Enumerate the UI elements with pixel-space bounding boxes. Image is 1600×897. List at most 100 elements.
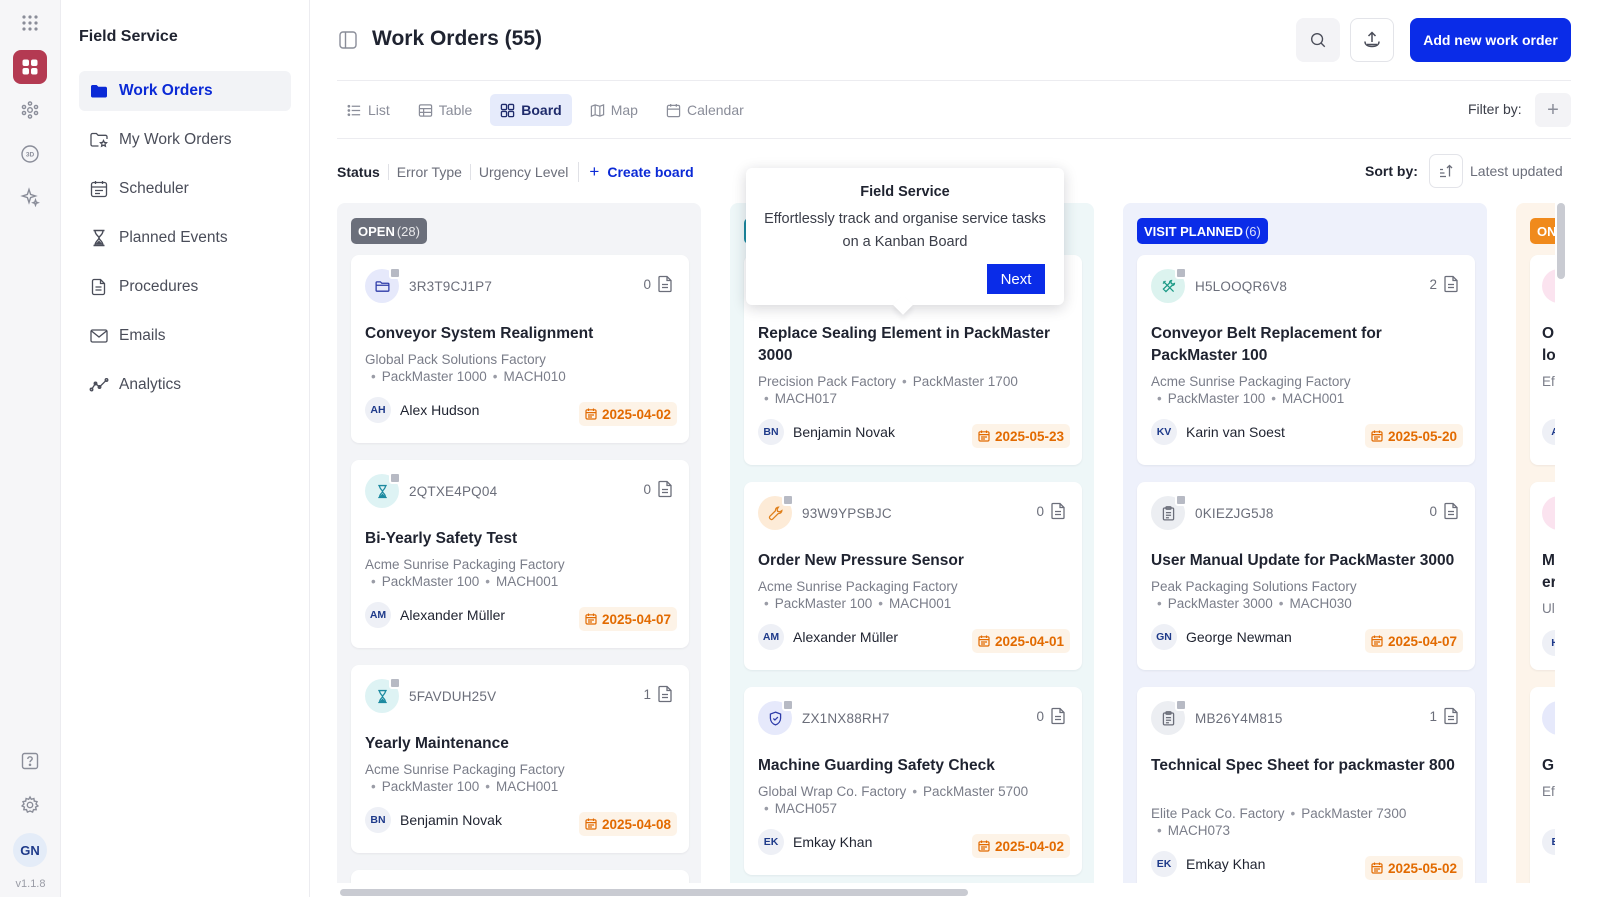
attachment-count[interactable]: 0 xyxy=(643,480,673,498)
work-order-card[interactable]: 2QTXE4PQ04 0 Bi-Yearly Safety Test Acme … xyxy=(351,460,689,648)
assignee-name: Emkay Khan xyxy=(1186,856,1266,872)
tooltip-next-button[interactable]: Next xyxy=(987,264,1045,294)
sidebar-item-analytics[interactable]: Analytics xyxy=(79,365,291,405)
attachment-count[interactable]: 0 xyxy=(1036,502,1066,520)
tab-label: List xyxy=(368,102,390,118)
work-order-card[interactable] xyxy=(351,870,689,883)
due-date-badge: 2025-04-07 xyxy=(578,607,677,631)
analytics-icon xyxy=(89,378,109,392)
attachment-count[interactable]: 1 xyxy=(1429,707,1459,725)
column-open: OPEN (28) 3R3T9CJ1P7 0 Conveyor System Re… xyxy=(337,203,701,883)
settings-gear-icon[interactable] xyxy=(13,788,47,822)
attachment-count[interactable]: 0 xyxy=(643,275,673,293)
calendar-icon xyxy=(978,840,990,852)
work-order-card[interactable]: Olo Ef A xyxy=(1530,255,1555,465)
due-date-badge: 2025-04-01 xyxy=(971,629,1070,653)
scrollbar-thumb[interactable] xyxy=(1557,203,1565,279)
group-urgency-level[interactable]: Urgency Level xyxy=(469,164,577,180)
field-service-app-icon[interactable] xyxy=(13,50,47,84)
assignee-name: Emkay Khan xyxy=(793,834,873,850)
work-order-location: Acme Sunrise Packaging Factory • PackMaste… xyxy=(365,557,565,589)
scrollbar-thumb[interactable] xyxy=(340,889,968,896)
sort-direction-button[interactable] xyxy=(1429,154,1463,188)
sparkle-ai-icon[interactable] xyxy=(13,180,47,214)
assignee: E xyxy=(1542,829,1555,855)
status-icon xyxy=(1542,701,1555,735)
create-board-button[interactable]: + Create board xyxy=(578,162,694,182)
machine-id: MACH057 xyxy=(774,801,838,816)
folder-icon xyxy=(91,85,107,98)
work-order-card[interactable]: 5FAVDUH25V 1 Yearly Maintenance Acme Sun… xyxy=(351,665,689,853)
attachment-count[interactable]: 2 xyxy=(1429,275,1459,293)
attachment-number: 2 xyxy=(1429,276,1437,292)
attachment-count[interactable]: 1 xyxy=(643,685,673,703)
attachment-count[interactable]: 0 xyxy=(1429,502,1459,520)
panel-toggle-icon[interactable] xyxy=(338,30,358,50)
due-date-badge: 2025-04-08 xyxy=(578,812,677,836)
board-horizontal-scrollbar[interactable] xyxy=(337,888,1571,897)
factory-name: Global Wrap Co. Factory xyxy=(758,784,907,799)
work-order-title: Technical Spec Sheet for packmaster 800 xyxy=(1151,757,1455,774)
app-launcher-icon[interactable] xyxy=(13,6,47,40)
work-order-card[interactable]: 93W9YPSBJC 0 Order New Pressure Sensor A… xyxy=(744,482,1082,670)
work-order-location: Global Wrap Co. Factory • PackMaster 5700 •… xyxy=(758,784,1029,816)
due-date-badge: 2025-04-07 xyxy=(1364,629,1463,653)
add-filter-button[interactable]: + xyxy=(1535,93,1571,127)
status-badge: ON xyxy=(1530,218,1555,244)
calendar-icon xyxy=(585,613,597,625)
create-board-label: Create board xyxy=(607,164,694,180)
work-order-id: 5FAVDUH25V xyxy=(409,689,497,704)
sidebar-item-label: Emails xyxy=(119,327,166,344)
assignee-name: Alexander Müller xyxy=(400,607,506,623)
due-date: 2025-05-20 xyxy=(1387,428,1457,444)
attachment-count[interactable]: 0 xyxy=(1036,707,1066,725)
assignee-name: George Newman xyxy=(1186,629,1292,645)
search-button[interactable] xyxy=(1296,18,1340,62)
board-vertical-scrollbar[interactable] xyxy=(1557,203,1565,883)
table-icon xyxy=(418,103,432,117)
sidebar-item-my-work-orders[interactable]: My Work Orders xyxy=(79,120,291,160)
work-order-card[interactable]: G Ef E xyxy=(1530,687,1555,883)
sidebar-item-work-orders[interactable]: Work Orders xyxy=(79,71,291,111)
work-order-id: MB26Y4M815 xyxy=(1195,711,1283,726)
network-icon[interactable] xyxy=(13,93,47,127)
document-icon xyxy=(658,685,672,703)
work-order-title: Mer xyxy=(1542,550,1555,594)
machine-id: MACH010 xyxy=(503,369,566,384)
group-error-type[interactable]: Error Type xyxy=(387,164,470,180)
due-date: 2025-05-02 xyxy=(1387,860,1457,876)
sidebar-item-emails[interactable]: Emails xyxy=(79,316,291,356)
tab-list[interactable]: List xyxy=(337,94,400,126)
work-order-card[interactable]: Mer Ul H xyxy=(1530,482,1555,670)
help-icon[interactable] xyxy=(13,744,47,778)
assignee: EK Emkay Khan xyxy=(1151,851,1265,877)
due-date-badge: 2025-05-23 xyxy=(971,424,1070,448)
tab-table[interactable]: Table xyxy=(408,94,482,126)
tab-board[interactable]: Board xyxy=(490,94,572,126)
work-order-id: 3R3T9CJ1P7 xyxy=(409,279,493,294)
user-avatar[interactable]: GN xyxy=(13,833,47,867)
tooltip-title: Field Service xyxy=(860,184,950,200)
work-order-card[interactable]: 3R3T9CJ1P7 0 Conveyor System Realignment… xyxy=(351,255,689,443)
group-status[interactable]: Status xyxy=(337,164,388,180)
tab-label: Calendar xyxy=(686,102,744,118)
export-button[interactable] xyxy=(1350,18,1394,62)
sidebar-item-planned-events[interactable]: Planned Events xyxy=(79,218,291,258)
tab-calendar[interactable]: Calendar xyxy=(656,94,754,126)
add-new-work-order-button[interactable]: Add new work order xyxy=(1410,18,1571,62)
work-order-card[interactable]: 0KIEZJG5J8 0 User Manual Update for Pack… xyxy=(1137,482,1475,670)
work-order-card[interactable]: H5LOOQR6V8 2 Conveyor Belt Replacement f… xyxy=(1137,255,1475,465)
sort-value[interactable]: Latest updated xyxy=(1470,163,1563,179)
work-order-title-line: lo xyxy=(1542,347,1555,364)
sidebar-item-procedures[interactable]: Procedures xyxy=(79,267,291,307)
work-order-location: Ul xyxy=(1542,601,1555,616)
3d-cube-icon[interactable]: 3D xyxy=(13,137,47,171)
work-order-card[interactable]: MB26Y4M815 1 Technical Spec Sheet for pa… xyxy=(1137,687,1475,883)
tab-map[interactable]: Map xyxy=(580,94,648,126)
assignee-avatar: KV xyxy=(1151,419,1177,445)
work-order-title-line: er xyxy=(1542,574,1555,591)
sidebar-item-label: Scheduler xyxy=(119,180,189,197)
work-order-card[interactable]: ZX1NX88RH7 0 Machine Guarding Safety Che… xyxy=(744,687,1082,875)
divider xyxy=(337,80,1571,81)
sidebar-item-scheduler[interactable]: Scheduler xyxy=(79,169,291,209)
